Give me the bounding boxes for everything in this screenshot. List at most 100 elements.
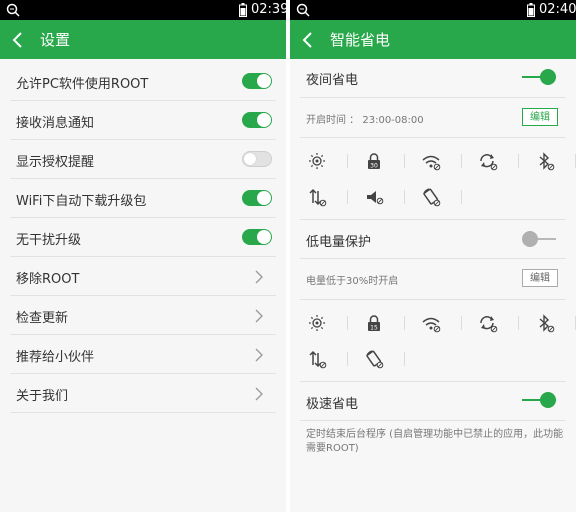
settings-row[interactable]: 移除ROOT xyxy=(0,258,286,296)
screen-lock-icon: 30 xyxy=(368,153,380,169)
icon-divider xyxy=(347,352,348,366)
chevron-right-icon xyxy=(255,387,263,401)
auto-rotate-off-icon xyxy=(366,350,384,369)
switch-knob xyxy=(540,392,556,408)
settings-row-label: 检查更新 xyxy=(16,311,69,326)
fast-save-title: 极速省电 xyxy=(306,397,359,412)
night-mode-switch[interactable] xyxy=(522,69,556,85)
sync-off-icon xyxy=(480,316,498,333)
icon-divider xyxy=(404,190,405,204)
screen-lock-icon: 15 xyxy=(368,315,380,331)
toggle-switch[interactable] xyxy=(242,73,272,89)
settings-row-label: 关于我们 xyxy=(16,389,69,404)
settings-row-label: 无干扰升级 xyxy=(16,233,82,248)
auto-rotate-off-icon xyxy=(423,188,441,207)
fast-save-description: 定时结束后台程序 (自启管理功能中已禁止的应用，此功能需要ROOT) xyxy=(306,429,564,454)
settings-row-label: 显示授权提醒 xyxy=(16,155,95,170)
row-divider xyxy=(10,256,276,257)
icon-divider xyxy=(518,316,519,330)
toggle-switch[interactable] xyxy=(242,190,272,206)
page-title: 设置 xyxy=(40,31,71,49)
divider xyxy=(300,97,566,98)
chevron-right-icon xyxy=(255,348,263,362)
settings-row-label: WiFi下自动下载升级包 xyxy=(16,194,147,209)
icon-divider xyxy=(461,154,462,168)
wifi-off-icon xyxy=(422,317,441,333)
wifi-off-icon xyxy=(422,155,441,171)
svg-text:15: 15 xyxy=(370,324,378,331)
battery-icon xyxy=(239,3,247,17)
row-divider xyxy=(10,412,276,413)
icon-divider xyxy=(347,190,348,204)
settings-row-label: 允许PC软件使用ROOT xyxy=(16,77,149,92)
low-battery-edit-button[interactable]: 编辑 xyxy=(522,269,558,287)
icon-divider xyxy=(461,190,462,204)
settings-row[interactable]: 接收消息通知 xyxy=(0,102,286,140)
divider xyxy=(300,258,566,259)
settings-row[interactable]: 显示授权提醒 xyxy=(0,141,286,179)
clock: 02:40 xyxy=(539,2,576,17)
divider xyxy=(300,420,566,421)
power-saving-screen: 02:40 智能省电 夜间省电 开启时间 ： 23:00-08:00 编辑 30 xyxy=(290,0,576,512)
icon-divider xyxy=(404,316,405,330)
icon-divider xyxy=(347,154,348,168)
row-divider xyxy=(10,295,276,296)
bluetooth-off-icon xyxy=(539,152,555,171)
app-bar: 智能省电 xyxy=(290,20,576,59)
row-divider xyxy=(10,139,276,140)
page-title: 智能省电 xyxy=(330,31,391,49)
svg-text:30: 30 xyxy=(370,162,378,169)
status-bar: 02:40 xyxy=(290,0,576,20)
toggle-switch[interactable] xyxy=(242,229,272,245)
low-battery-trigger-text: 电量低于30%时开启 xyxy=(306,276,399,287)
fast-save-switch[interactable] xyxy=(522,392,556,408)
night-schedule-text: 开启时间 ： 23:00-08:00 xyxy=(306,115,424,126)
clock: 02:39 xyxy=(251,2,286,17)
settings-row[interactable]: 允许PC软件使用ROOT xyxy=(0,63,286,101)
settings-row[interactable]: WiFi下自动下载升级包 xyxy=(0,180,286,218)
brightness-icon xyxy=(309,315,325,331)
night-edit-button[interactable]: 编辑 xyxy=(522,108,558,126)
night-mode-title: 夜间省电 xyxy=(306,73,359,88)
switch-knob xyxy=(522,231,538,247)
switch-knob xyxy=(540,69,556,85)
status-bar: 02:39 xyxy=(0,0,286,20)
chevron-right-icon xyxy=(255,309,263,323)
battery-icon xyxy=(527,3,535,17)
bluetooth-off-icon xyxy=(539,314,555,333)
back-icon[interactable] xyxy=(10,30,26,50)
icon-divider xyxy=(347,316,348,330)
search-icon xyxy=(296,3,310,17)
divider xyxy=(300,299,566,300)
back-icon[interactable] xyxy=(300,30,316,50)
settings-screen: 02:39 设置 允许PC软件使用ROOT 接收消息通知 显示授权提醒 WiFi下自动… xyxy=(0,0,286,512)
toggle-switch[interactable] xyxy=(242,112,272,128)
toggle-switch[interactable] xyxy=(242,151,272,167)
sound-off-icon xyxy=(367,191,384,205)
settings-row[interactable]: 无干扰升级 xyxy=(0,219,286,257)
icon-divider xyxy=(404,352,405,366)
settings-row[interactable]: 检查更新 xyxy=(0,297,286,335)
row-divider xyxy=(10,178,276,179)
settings-row[interactable]: 推荐给小伙伴 xyxy=(0,336,286,374)
divider xyxy=(300,381,566,382)
settings-row[interactable]: 关于我们 xyxy=(0,375,286,413)
row-divider xyxy=(10,373,276,374)
row-divider xyxy=(10,217,276,218)
settings-row-label: 接收消息通知 xyxy=(16,116,95,131)
divider xyxy=(300,137,566,138)
low-battery-switch[interactable] xyxy=(522,231,556,247)
chevron-right-icon xyxy=(255,270,263,284)
sync-off-icon xyxy=(480,154,498,171)
mobile-data-off-icon xyxy=(309,350,327,369)
low-battery-title: 低电量保护 xyxy=(306,235,372,250)
brightness-icon xyxy=(309,153,325,169)
app-bar: 设置 xyxy=(0,20,286,59)
settings-row-label: 移除ROOT xyxy=(16,272,80,287)
divider xyxy=(300,219,566,220)
mobile-data-off-icon xyxy=(309,188,327,207)
icon-divider xyxy=(404,154,405,168)
row-divider xyxy=(10,334,276,335)
search-icon xyxy=(6,3,20,17)
icon-divider xyxy=(461,316,462,330)
